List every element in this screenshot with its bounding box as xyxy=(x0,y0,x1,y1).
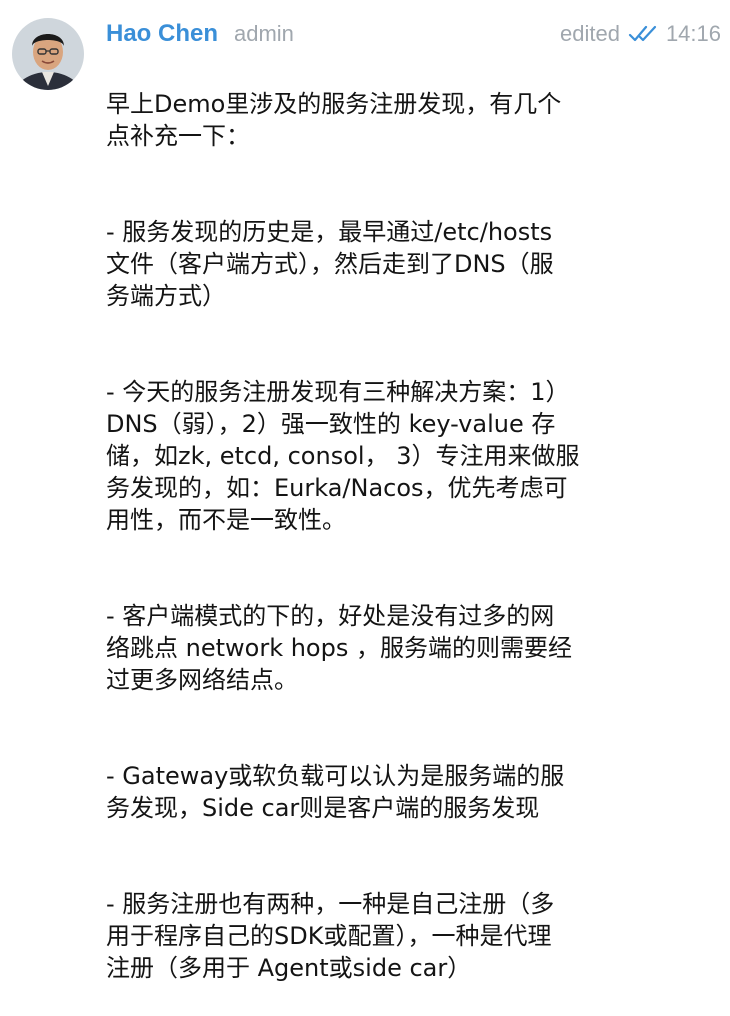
message-paragraph: - 服务发现的历史是，最早通过/etc/hosts 文件（客户端方式），然后走到… xyxy=(106,218,554,310)
avatar-image xyxy=(12,18,84,90)
message-paragraph: - Gateway或软负载可以认为是服务端的服 务发现，Side car则是客户… xyxy=(106,762,565,822)
chat-message: Hao Chen admin edited 14:16 早上Demo里涉及的服务… xyxy=(0,0,730,982)
message-paragraph: - 今天的服务注册发现有三种解决方案：1） DNS（弱），2）强一致性的 key… xyxy=(106,378,580,534)
double-check-icon xyxy=(628,24,658,44)
edited-label: edited xyxy=(559,21,620,46)
message-time: 14:16 xyxy=(665,21,721,46)
message-header: Hao Chen admin edited 14:16 xyxy=(106,18,721,54)
message-paragraph: - 服务注册也有两种，一种是自己注册（多 用于程序自己的SDK或配置），一种是代… xyxy=(106,890,555,982)
avatar[interactable] xyxy=(12,18,84,90)
sender-name[interactable]: Hao Chen xyxy=(106,20,218,48)
message-paragraph: - 客户端模式的下的，好处是没有过多的网 络跳点 network hops ，服… xyxy=(106,602,572,694)
message-paragraph: 早上Demo里涉及的服务注册发现，有几个 点补充一下： xyxy=(106,90,562,150)
message-meta: edited 14:16 xyxy=(560,21,721,47)
message-body: 早上Demo里涉及的服务注册发现，有几个 点补充一下： - 服务发现的历史是，最… xyxy=(106,56,626,1016)
sender-role-badge: admin xyxy=(234,21,294,46)
